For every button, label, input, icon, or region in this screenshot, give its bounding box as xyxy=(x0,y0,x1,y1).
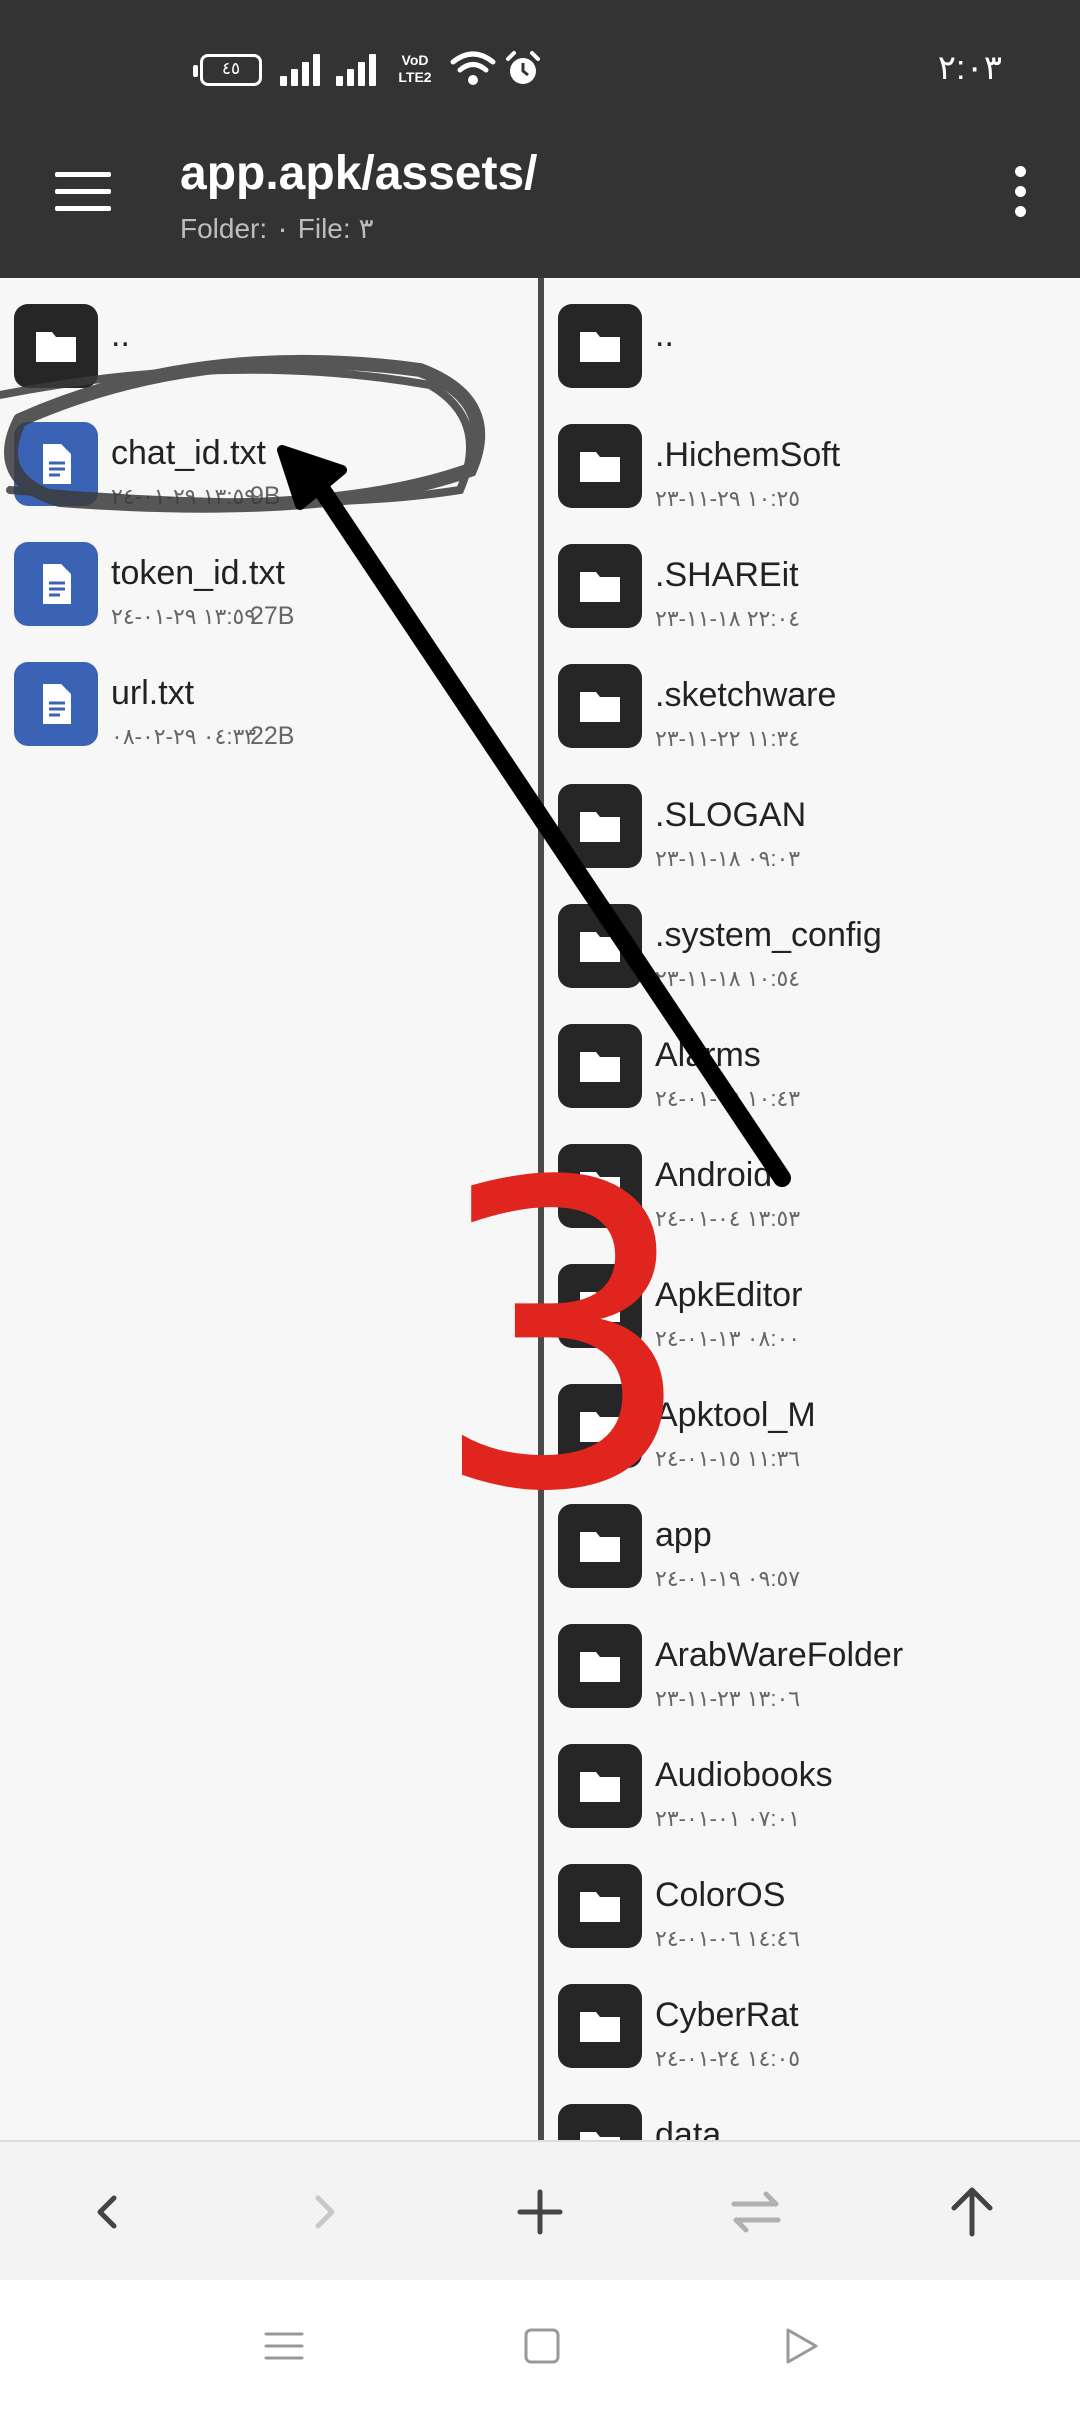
back-icon[interactable] xyxy=(68,2172,148,2252)
item-name: Audiobooks xyxy=(655,1756,833,1794)
folder-file-count: Folder: ٠ File: ٣ xyxy=(180,213,374,244)
signal-2-icon xyxy=(336,54,378,86)
signal-1-icon xyxy=(280,54,322,86)
item-date: ٠٧:٠١ ٠١-٠١-٢٣ xyxy=(655,1806,801,1831)
item-name: chat_id.txt xyxy=(111,434,266,472)
item-name: Alarms xyxy=(655,1036,761,1074)
status-time: ٢:٠٣ xyxy=(937,49,1002,87)
item-name: ArabWareFolder xyxy=(655,1636,904,1674)
item-date: ١٣:٥٩ ٢٩-٠١-٢٤ xyxy=(111,484,257,509)
item-name: .system_config xyxy=(655,916,882,954)
list-item[interactable]: .HichemSoft ١٠:٢٥ ٢٩-١١-٢٣ xyxy=(544,410,1080,530)
bottom-toolbar xyxy=(0,2140,1080,2280)
hamburger-menu-icon[interactable] xyxy=(50,168,112,216)
item-name: data xyxy=(655,2116,722,2140)
item-size: 27B xyxy=(250,602,295,630)
folder-icon xyxy=(558,904,642,988)
item-name: .HichemSoft xyxy=(655,436,841,474)
item-name: ColorOS xyxy=(655,1876,786,1914)
back-triangle-icon[interactable] xyxy=(770,2316,830,2376)
item-date: ١٠:٥٤ ١٨-١١-٢٣ xyxy=(655,966,801,991)
battery-icon: ٤٥ xyxy=(193,54,262,86)
file-manager-screen: ٤٥ VoD LTE2 ٢:٠٣ app.apk/assets/ Folder:… xyxy=(0,0,1080,2412)
forward-icon[interactable] xyxy=(284,2172,364,2252)
folder-icon xyxy=(558,1624,642,1708)
list-item[interactable]: .SHAREit ٢٢:٠٤ ١٨-١١-٢٣ xyxy=(544,530,1080,650)
folder-icon xyxy=(14,304,98,388)
volte-badge: VoD LTE2 xyxy=(398,52,432,85)
list-item[interactable]: ArabWareFolder ١٣:٠٦ ٢٣-١١-٢٣ xyxy=(544,1610,1080,1730)
folder-icon xyxy=(558,424,642,508)
item-date: ٢٢:٠٤ ١٨-١١-٢٣ xyxy=(655,606,801,631)
item-name: CyberRat xyxy=(655,1996,799,2034)
folder-icon xyxy=(558,664,642,748)
system-nav-bar xyxy=(0,2280,1080,2412)
folder-icon xyxy=(558,304,642,388)
list-item[interactable]: CyberRat ١٤:٠٥ ٢٤-٠١-٢٤ xyxy=(544,1970,1080,2090)
alarm-icon xyxy=(506,51,540,84)
item-date: ١٣:٠٦ ٢٣-١١-٢٣ xyxy=(655,1686,801,1711)
list-item[interactable]: .SLOGAN ٠٩:٠٣ ١٨-١١-٢٣ xyxy=(544,770,1080,890)
list-item[interactable]: .sketchware ١١:٣٤ ٢٢-١١-٢٣ xyxy=(544,650,1080,770)
add-icon[interactable] xyxy=(500,2172,580,2252)
status-bar: ٤٥ VoD LTE2 ٢:٠٣ xyxy=(0,0,1080,136)
item-size: 22B xyxy=(250,722,295,750)
folder-icon xyxy=(558,1864,642,1948)
home-icon[interactable] xyxy=(512,2316,572,2376)
list-item[interactable]: ColorOS ١٤:٤٦ ٠٦-٠١-٢٤ xyxy=(544,1850,1080,1970)
item-date: ١١:٣٤ ٢٢-١١-٢٣ xyxy=(655,726,801,751)
item-date: ١٤:٤٦ ٠٦-٠١-٢٤ xyxy=(655,1926,801,1951)
item-date: ١٠:٢٥ ٢٩-١١-٢٣ xyxy=(655,486,801,511)
list-item[interactable]: Audiobooks ٠٧:٠١ ٠١-٠١-٢٣ xyxy=(544,1730,1080,1850)
folder-icon xyxy=(558,544,642,628)
battery-level: ٤٥ xyxy=(221,59,241,78)
item-size: 9B xyxy=(250,482,281,510)
document-icon xyxy=(14,662,98,746)
item-date: ١٤:٠٥ ٢٤-٠١-٢٤ xyxy=(655,2046,801,2071)
wifi-icon xyxy=(450,51,496,85)
list-item-token-id[interactable]: token_id.txt ١٣:٥٩ ٢٩-٠١-٢٤ 27B xyxy=(0,528,538,648)
item-name: .sketchware xyxy=(655,676,837,714)
item-name: url.txt xyxy=(111,674,195,712)
folder-icon xyxy=(558,784,642,868)
folder-icon xyxy=(558,2104,642,2140)
page-title: app.apk/assets/ xyxy=(180,147,538,200)
list-item-parent-left[interactable]: .. xyxy=(0,290,538,410)
list-item[interactable]: .. xyxy=(544,290,1080,410)
document-icon xyxy=(14,542,98,626)
item-name: .. xyxy=(655,316,674,354)
item-name: .SHAREit xyxy=(655,556,799,594)
item-name: token_id.txt xyxy=(111,554,285,592)
folder-icon xyxy=(558,1744,642,1828)
item-name: .SLOGAN xyxy=(655,796,807,834)
item-name: .. xyxy=(111,316,130,354)
folder-icon xyxy=(558,1984,642,2068)
up-directory-icon[interactable] xyxy=(932,2172,1012,2252)
swap-panes-icon[interactable] xyxy=(716,2172,796,2252)
list-item[interactable]: data xyxy=(544,2090,1080,2140)
item-date: ١٣:٥٩ ٢٩-٠١-٢٤ xyxy=(111,604,257,629)
item-date: ٠٤:٣٣ ٢٩-٠٢-٠٨ xyxy=(111,724,257,749)
list-item-url[interactable]: url.txt ٠٤:٣٣ ٢٩-٠٢-٠٨ 22B xyxy=(0,648,538,768)
app-bar: ٤٥ VoD LTE2 ٢:٠٣ app.apk/assets/ Folder:… xyxy=(0,0,1080,278)
document-icon xyxy=(14,422,98,506)
annotation-number: 3 xyxy=(430,1095,698,1584)
list-item-chat-id[interactable]: chat_id.txt ١٣:٥٩ ٢٩-٠١-٢٤ 9B xyxy=(0,408,538,528)
item-date: ٠٩:٠٣ ١٨-١١-٢٣ xyxy=(655,846,801,871)
more-options-icon[interactable] xyxy=(990,162,1050,222)
recents-menu-icon[interactable] xyxy=(254,2316,314,2376)
list-item[interactable]: .system_config ١٠:٥٤ ١٨-١١-٢٣ xyxy=(544,890,1080,1010)
